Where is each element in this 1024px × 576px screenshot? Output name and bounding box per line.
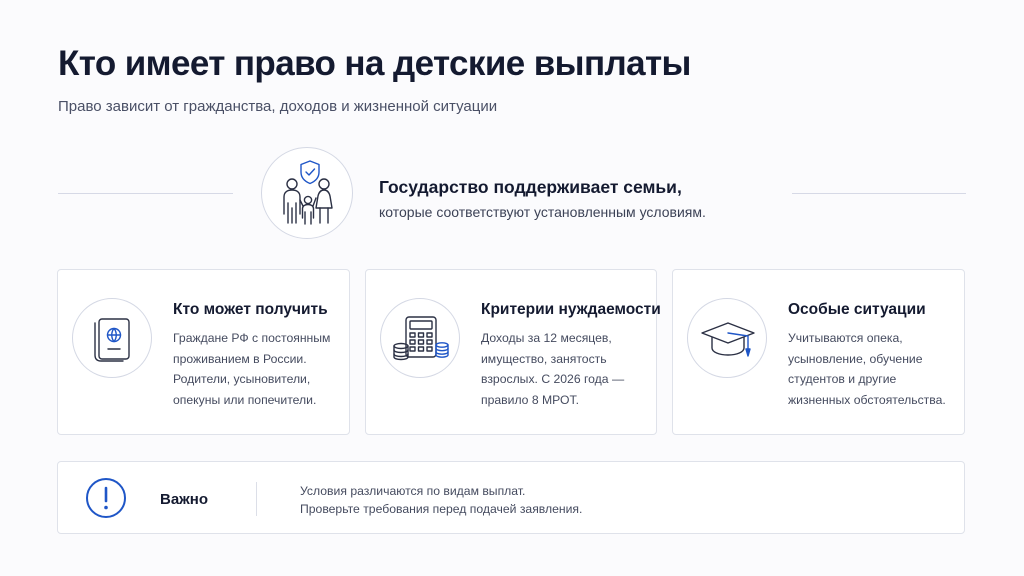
card-need-criteria: Критерии нуждаемости Доходы за 12 месяце…	[365, 269, 661, 435]
card-text-line: Учитываются опека,	[788, 331, 903, 345]
card-text-line: усыновление, обучение	[788, 351, 923, 366]
hero-title: Государство поддерживает семьи,	[379, 177, 682, 197]
card-text-line: правило 8 МРОТ.	[481, 392, 579, 407]
card-text-line: Родители, усыновители,	[173, 372, 311, 386]
exclamation-icon	[86, 478, 126, 518]
card-title: Кто может получить	[173, 301, 328, 318]
notice-text: Условия различаются по видам выплат. Про…	[300, 482, 582, 518]
family-shield-icon	[283, 160, 333, 225]
page-subtitle: Право зависит от гражданства, доходов и …	[58, 98, 498, 115]
notice-divider	[256, 482, 257, 516]
card-text: Доходы за 12 месяцев, имущество, занятос…	[481, 328, 653, 410]
card-text-line: проживанием в России.	[173, 351, 307, 366]
card-icon-circle	[380, 298, 460, 378]
passport-icon	[94, 318, 130, 362]
card-title: Критерии нуждаемости	[481, 301, 661, 318]
card-text: Граждане РФ с постоянным проживанием в Р…	[173, 328, 345, 410]
divider-line-left	[58, 193, 233, 194]
graduation-cap-icon	[701, 322, 755, 357]
page-title: Кто имеет право на детские выплаты	[58, 44, 691, 83]
card-text-line: Граждане РФ с постоянным	[173, 331, 331, 345]
notice-text-line: Проверьте требования перед подачей заявл…	[300, 502, 583, 516]
card-text-line: опекуны или попечители.	[173, 392, 317, 407]
card-text-line: жизненных обстоятельства.	[788, 392, 946, 407]
card-title: Особые ситуации	[788, 301, 926, 318]
divider-line-right	[792, 193, 966, 194]
notice-label: Важно	[160, 491, 209, 508]
card-icon-circle	[72, 298, 152, 378]
card-text-line: имущество, занятость	[481, 351, 607, 366]
important-notice: Важно Условия различаются по видам выпла…	[57, 461, 965, 534]
card-text: Учитываются опека, усыновление, обучение…	[788, 328, 960, 410]
card-text-line: Доходы за 12 месяцев,	[481, 331, 612, 345]
card-text-line: взрослых. С 2026 года —	[481, 372, 625, 386]
card-who-can-receive: Кто может получить Граждане РФ с постоян…	[57, 269, 350, 435]
hero-icon-circle	[261, 147, 353, 239]
hero-text: которые соответствуют установленным усло…	[379, 204, 706, 220]
card-icon-circle	[687, 298, 767, 378]
calculator-coins-icon	[393, 316, 449, 361]
card-text-line: студентов и другие	[788, 372, 897, 386]
notice-text-line: Условия различаются по видам выплат.	[300, 484, 526, 498]
card-special-situations: Особые ситуации Учитываются опека, усыно…	[672, 269, 965, 435]
